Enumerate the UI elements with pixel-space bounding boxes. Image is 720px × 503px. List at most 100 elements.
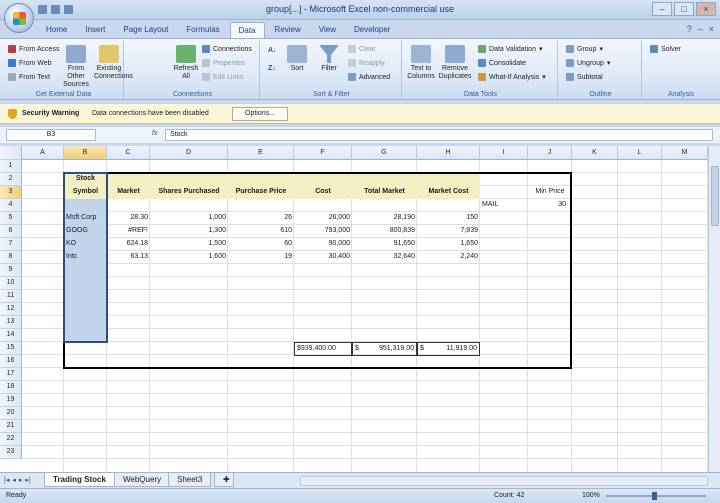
connections-button[interactable]: Connections [202,45,252,53]
data-validation-button[interactable]: Data Validation ▾ [478,45,542,53]
filter-button[interactable]: Filter [316,45,342,73]
row-header-11[interactable]: 11 [0,290,22,303]
cell-g8[interactable]: 32,640 [352,251,417,263]
solver-button[interactable]: Solver [650,45,681,53]
redo-icon[interactable] [64,5,73,14]
column-header-b[interactable]: B [64,146,107,160]
cell-g7[interactable]: 91,650 [352,238,417,250]
cell-c7[interactable]: 624.18 [107,238,150,250]
row-header-6[interactable]: 6 [0,225,22,238]
minimize-button[interactable]: – [652,2,672,16]
save-icon[interactable] [38,5,47,14]
row-header-9[interactable]: 9 [0,264,22,277]
cell-g16-currency[interactable]: $ [352,342,364,356]
minimize-ribbon-icon[interactable]: – [698,24,703,34]
row-header-12[interactable]: 12 [0,303,22,316]
tab-formulas[interactable]: Formulas [178,22,227,38]
cell-g6[interactable]: 800,839 [352,225,417,237]
group-button[interactable]: Group ▾ [566,45,603,53]
edit-links-button[interactable]: Edit Links [202,73,243,81]
column-header-g[interactable]: G [352,146,417,160]
cell-b8[interactable]: Intc [64,251,107,263]
column-header-f[interactable]: F [294,146,352,160]
cell-e4[interactable]: Purchase Price [228,186,294,198]
cell-b3[interactable]: Stock [64,173,107,185]
cell-b5[interactable]: Msft Corp [64,212,107,224]
from-access-button[interactable]: From Access [8,45,59,53]
cell-c6[interactable]: #REF! [107,225,150,237]
row-header-21[interactable]: 21 [0,420,22,433]
maximize-button[interactable]: □ [674,2,694,16]
column-header-l[interactable]: L [618,146,662,160]
cell-f4[interactable]: Cost [294,186,352,198]
row-header-2[interactable]: 2 [0,173,22,186]
cell-d4[interactable]: Shares Purchased [150,186,228,198]
cell-j5[interactable]: 30 [528,199,568,211]
last-sheet-icon[interactable]: ▸| [25,476,30,484]
cell-h16-currency[interactable]: $ [417,342,429,356]
row-header-23[interactable]: 23 [0,446,22,459]
cell-c5[interactable]: 28.30 [107,212,150,224]
ungroup-button[interactable]: Ungroup ▾ [566,59,610,67]
sheet-tab-webquery[interactable]: WebQuery [114,473,171,487]
cell-c4[interactable]: Market [107,186,150,198]
text-to-columns-button[interactable]: Text to Columns [406,45,436,81]
cell-f16[interactable]: $939,400.00 [294,342,352,356]
insert-sheet-icon[interactable]: ✚ [214,473,234,487]
options-button[interactable]: Options... [232,107,288,121]
consolidate-button[interactable]: Consolidate [478,59,526,67]
column-header-h[interactable]: H [417,146,480,160]
scroll-thumb[interactable] [711,166,719,226]
from-other-sources-button[interactable]: From Other Sources [60,45,92,89]
cell-e5[interactable]: 26 [228,212,294,224]
existing-connections-button[interactable]: Existing Connections [94,45,133,81]
sheet-tab-trading-stock[interactable]: Trading Stock [44,473,115,487]
row-header-7[interactable]: 7 [0,238,22,251]
row-header-4[interactable]: 4 [0,199,22,212]
row-header-20[interactable]: 20 [0,407,22,420]
cell-g16[interactable]: 951,319.00 [364,342,417,356]
refresh-all-button[interactable]: Refresh All [172,45,200,81]
spreadsheet-grid[interactable]: ABCDEFGHIJKLM 1 2 3 4 5 6 7 8 9 10 11 12 13 14 15 16 17 1… [0,146,708,472]
row-header-19[interactable]: 19 [0,394,22,407]
cell-b4[interactable]: Symbol [64,186,107,198]
row-header-22[interactable]: 22 [0,433,22,446]
tab-data[interactable]: Data [229,22,265,38]
cell-e7[interactable]: 60 [228,238,294,250]
row-header-16[interactable]: 16 [0,355,22,368]
office-button[interactable] [4,3,34,33]
properties-button[interactable]: Properties [202,59,245,67]
row-header-17[interactable]: 17 [0,368,22,381]
clear-filter-button[interactable]: Clear [348,45,376,53]
tab-page-layout[interactable]: Page Layout [115,22,176,38]
row-header-15[interactable]: 15 [0,342,22,355]
cell-c8[interactable]: 63.13 [107,251,150,263]
sort-button[interactable]: Sort [286,45,308,73]
first-sheet-icon[interactable]: |◂ [4,476,9,484]
column-header-m[interactable]: M [662,146,708,160]
row-header-8[interactable]: 8 [0,251,22,264]
select-all-corner[interactable] [0,146,22,160]
cell-d7[interactable]: 1,500 [150,238,228,250]
prev-sheet-icon[interactable]: ◂ [12,476,16,484]
row-header-14[interactable]: 14 [0,329,22,342]
cell-f5[interactable]: 26,000 [294,212,352,224]
tab-view[interactable]: View [311,22,344,38]
sort-descending-button[interactable]: Z↓ [268,65,276,72]
tab-review[interactable]: Review [267,22,309,38]
cell-d8[interactable]: 1,600 [150,251,228,263]
advanced-filter-button[interactable]: Advanced [348,73,390,81]
zoom-level[interactable]: 100% [582,492,600,499]
cell-g4[interactable]: Total Market [352,186,417,198]
cell-f8[interactable]: 30,400 [294,251,352,263]
cell-h16[interactable]: 11,919.00 [429,342,480,356]
cell-h5[interactable]: 150 [417,212,480,224]
horizontal-scrollbar[interactable] [300,476,708,486]
reapply-button[interactable]: Reapply [348,59,385,67]
tab-developer[interactable]: Developer [346,22,398,38]
close-workbook-icon[interactable]: × [709,24,714,34]
cell-e8[interactable]: 19 [228,251,294,263]
tab-insert[interactable]: Insert [77,22,113,38]
cell-b6[interactable]: GOOG [64,225,107,237]
column-header-k[interactable]: K [572,146,618,160]
